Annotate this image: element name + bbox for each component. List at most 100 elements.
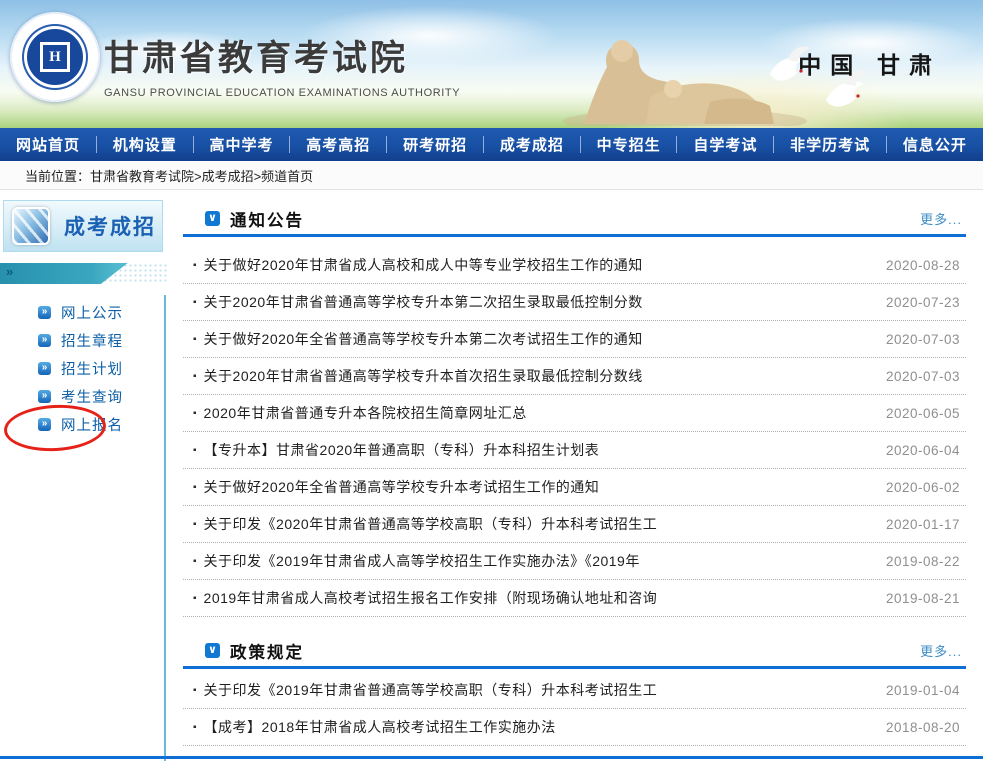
- announcement-row[interactable]: ▪ 关于做好2020年全省普通高等学校专升本第二次考试招生工作的通知 2020-…: [183, 321, 966, 358]
- nav-item-non-academic-exam[interactable]: 非学历考试: [790, 134, 870, 155]
- policy-link[interactable]: 关于印发《2019年甘肃省普通高等学校高职（专科）升本科考试招生工: [204, 680, 872, 700]
- arrow-icon: »: [38, 306, 51, 319]
- nav-item-adult-exam[interactable]: 成考成招: [500, 134, 564, 155]
- announcement-row[interactable]: ▪ 关于2020年甘肃省普通高等学校专升本首次招生录取最低控制分数线 2020-…: [183, 358, 966, 395]
- bullet-icon: ▪: [193, 519, 197, 530]
- nav-item-self-study-exam[interactable]: 自学考试: [693, 134, 757, 155]
- more-link[interactable]: 更多...: [920, 641, 962, 660]
- bullet-icon: ▪: [193, 593, 197, 604]
- logo-seal: H: [27, 29, 83, 85]
- sidebar-item-enrollment-charter[interactable]: » 招生章程: [0, 326, 160, 354]
- arrow-icon: »: [38, 334, 51, 347]
- announcement-link[interactable]: 关于2020年甘肃省普通高等学校专升本首次招生录取最低控制分数线: [204, 366, 872, 386]
- arrow-icon: »: [38, 362, 51, 375]
- policy-link[interactable]: 【成考】2018年甘肃省成人高校考试招生工作实施办法: [204, 717, 872, 737]
- section-check-icon: ∨: [205, 211, 220, 226]
- announcement-date: 2020-08-28: [886, 258, 960, 273]
- sidebar-divider-bar: »: [0, 263, 168, 284]
- sidebar-channel-title: 成考成招: [64, 211, 156, 241]
- bullet-icon: ▪: [193, 445, 197, 456]
- announcement-link[interactable]: 关于印发《2020年甘肃省普通高等学校高职（专科）升本科考试招生工: [204, 514, 872, 534]
- nav-separator: [386, 136, 387, 153]
- arrow-icon: »: [38, 418, 51, 431]
- announcement-link[interactable]: 【专升本】甘肃省2020年普通高职（专科）升本科招生计划表: [204, 440, 872, 460]
- bullet-icon: ▪: [193, 297, 197, 308]
- announcement-row[interactable]: ▪ 2020年甘肃省普通专升本各院校招生简章网址汇总 2020-06-05: [183, 395, 966, 432]
- site-brand[interactable]: 甘肃省教育考试院 GANSU PROVINCIAL EDUCATION EXAM…: [104, 30, 460, 99]
- nav-item-secondary-enrollment[interactable]: 中专招生: [597, 134, 661, 155]
- footer-divider: [0, 756, 983, 759]
- announcement-row[interactable]: ▪ 关于2020年甘肃省普通高等学校专升本第二次招生录取最低控制分数 2020-…: [183, 284, 966, 321]
- site-title: 甘肃省教育考试院: [104, 30, 460, 81]
- nav-separator: [886, 136, 887, 153]
- announcement-link[interactable]: 关于2020年甘肃省普通高等学校专升本第二次招生录取最低控制分数: [204, 292, 872, 312]
- sidebar: 成考成招 » » 网上公示 » 招生章程 » 招生计划 » 考生查询: [0, 195, 168, 761]
- nav-separator: [773, 136, 774, 153]
- main-navigation: 网站首页 机构设置 高中学考 高考高招 研考研招 成考成招 中专招生 自学考试 …: [0, 128, 983, 161]
- region-label: 中国 甘肃: [798, 46, 941, 80]
- sidebar-channel-header: 成考成招: [3, 200, 163, 252]
- announcement-date: 2020-01-17: [886, 517, 960, 532]
- section-header: ∨ 通知公告 更多...: [183, 203, 966, 237]
- bullet-icon: ▪: [193, 334, 197, 345]
- nav-item-highschool-exam[interactable]: 高中学考: [210, 134, 274, 155]
- bullet-icon: ▪: [193, 408, 197, 419]
- announcement-date: 2020-07-23: [886, 295, 960, 310]
- policy-date: 2019-01-04: [886, 683, 960, 698]
- sidebar-item-label: 招生计划: [61, 358, 123, 379]
- nav-item-home[interactable]: 网站首页: [16, 134, 80, 155]
- announcement-link[interactable]: 关于做好2020年全省普通高等学校专升本考试招生工作的通知: [204, 477, 872, 497]
- section-notices: ∨ 通知公告 更多... ▪ 关于做好2020年甘肃省成人高校和成人中等专业学校…: [183, 203, 966, 617]
- announcement-link[interactable]: 2019年甘肃省成人高校考试招生报名工作安排（附现场确认地址和咨询: [204, 588, 872, 608]
- announcement-row[interactable]: ▪ 关于印发《2020年甘肃省普通高等学校高职（专科）升本科考试招生工 2020…: [183, 506, 966, 543]
- announcement-date: 2019-08-21: [886, 591, 960, 606]
- channel-books-icon: [12, 207, 50, 245]
- site-subtitle: GANSU PROVINCIAL EDUCATION EXAMINATIONS …: [104, 87, 460, 99]
- sidebar-item-label: 考生查询: [61, 386, 123, 407]
- double-arrow-icon: »: [6, 264, 13, 279]
- announcement-row[interactable]: ▪ 关于印发《2019年甘肃省成人高等学校招生工作实施办法》《2019年 201…: [183, 543, 966, 580]
- nav-separator: [193, 136, 194, 153]
- bullet-icon: ▪: [193, 685, 197, 696]
- nav-item-organization[interactable]: 机构设置: [113, 134, 177, 155]
- logo-emblem-glyph: H: [40, 42, 70, 72]
- announcement-row[interactable]: ▪ 关于做好2020年甘肃省成人高校和成人中等专业学校招生工作的通知 2020-…: [183, 247, 966, 284]
- announcement-link[interactable]: 关于印发《2019年甘肃省成人高等学校招生工作实施办法》《2019年: [204, 551, 872, 571]
- sidebar-right-border: [164, 295, 166, 761]
- nav-separator: [676, 136, 677, 153]
- announcement-list: ▪ 关于做好2020年甘肃省成人高校和成人中等专业学校招生工作的通知 2020-…: [183, 247, 966, 617]
- policy-date: 2018-08-20: [886, 720, 960, 735]
- bullet-icon: ▪: [193, 482, 197, 493]
- nav-separator: [483, 136, 484, 153]
- bullet-icon: ▪: [193, 556, 197, 567]
- arrow-icon: »: [38, 390, 51, 403]
- nav-item-information-disclosure[interactable]: 信息公开: [903, 134, 967, 155]
- policy-row[interactable]: ▪ 关于印发《2019年甘肃省普通高等学校高职（专科）升本科考试招生工 2019…: [183, 672, 966, 709]
- breadcrumb-text[interactable]: 当前位置：甘肃省教育考试院>成考成招>频道首页: [25, 166, 313, 185]
- announcement-date: 2020-06-05: [886, 406, 960, 421]
- announcement-link[interactable]: 2020年甘肃省普通专升本各院校招生简章网址汇总: [204, 403, 872, 423]
- announcement-date: 2020-06-04: [886, 443, 960, 458]
- breadcrumb: 当前位置：甘肃省教育考试院>成考成招>频道首页: [0, 161, 983, 190]
- announcement-row[interactable]: ▪ 【专升本】甘肃省2020年普通高职（专科）升本科招生计划表 2020-06-…: [183, 432, 966, 469]
- announcement-date: 2019-08-22: [886, 554, 960, 569]
- announcement-link[interactable]: 关于做好2020年全省普通高等学校专升本第二次考试招生工作的通知: [204, 329, 872, 349]
- site-header: H 甘肃省教育考试院 GANSU PROVINCIAL EDUCATION EX…: [0, 0, 983, 128]
- sidebar-item-online-registration[interactable]: » 网上报名: [0, 410, 160, 438]
- nav-separator: [96, 136, 97, 153]
- section-title: 通知公告: [230, 207, 304, 231]
- policy-list: ▪ 关于印发《2019年甘肃省普通高等学校高职（专科）升本科考试招生工 2019…: [183, 672, 966, 746]
- announcement-link[interactable]: 关于做好2020年甘肃省成人高校和成人中等专业学校招生工作的通知: [204, 255, 872, 275]
- sidebar-item-online-publicity[interactable]: » 网上公示: [0, 298, 160, 326]
- nav-item-graduate-exam[interactable]: 研考研招: [403, 134, 467, 155]
- sidebar-item-label: 网上报名: [61, 414, 123, 435]
- more-link[interactable]: 更多...: [920, 209, 962, 228]
- sidebar-item-enrollment-plan[interactable]: » 招生计划: [0, 354, 160, 382]
- policy-row[interactable]: ▪ 【成考】2018年甘肃省成人高校考试招生工作实施办法 2018-08-20: [183, 709, 966, 746]
- nav-separator: [580, 136, 581, 153]
- announcement-row[interactable]: ▪ 关于做好2020年全省普通高等学校专升本考试招生工作的通知 2020-06-…: [183, 469, 966, 506]
- site-logo-icon[interactable]: H: [10, 12, 100, 102]
- nav-item-gaokao[interactable]: 高考高招: [306, 134, 370, 155]
- announcement-row[interactable]: ▪ 2019年甘肃省成人高校考试招生报名工作安排（附现场确认地址和咨询 2019…: [183, 580, 966, 617]
- sidebar-item-candidate-query[interactable]: » 考生查询: [0, 382, 160, 410]
